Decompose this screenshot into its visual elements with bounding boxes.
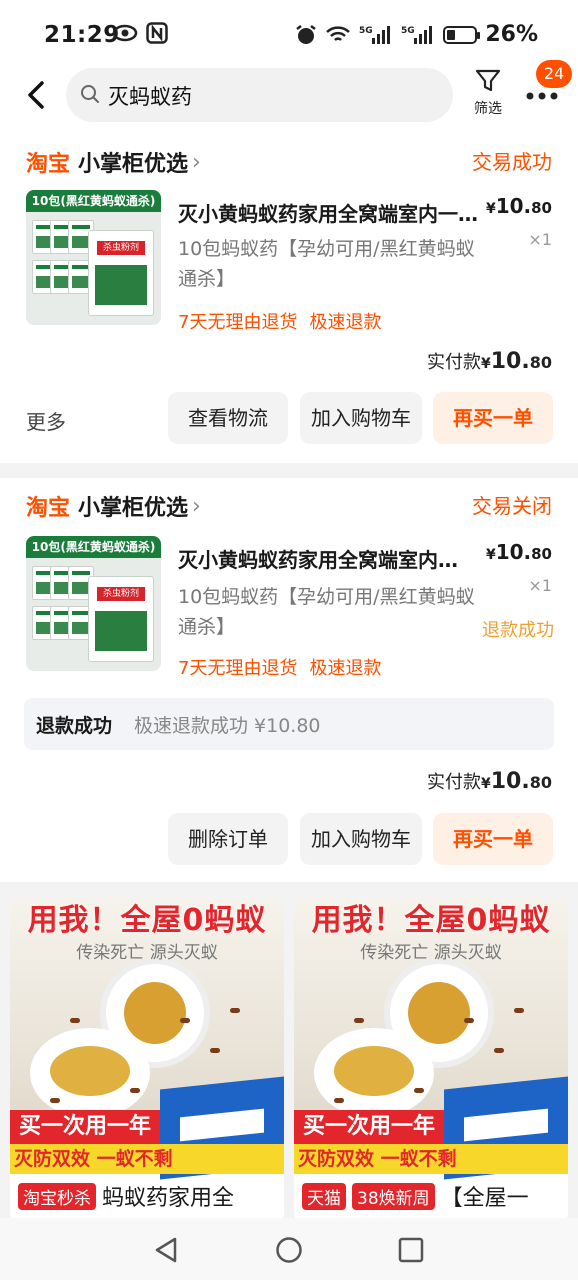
search-input[interactable]: 灭蚂蚁药 xyxy=(66,68,453,122)
order-status: 交易成功 xyxy=(472,150,552,174)
service-tag: 7天无理由退货 xyxy=(178,312,298,333)
search-query: 灭蚂蚁药 xyxy=(108,85,192,109)
product-thumbnail[interactable]: 10包(黑红黄蚂蚁通杀) 杀虫粉剂 xyxy=(26,190,161,325)
promo-strip: 买一次用一年 xyxy=(294,1110,444,1144)
message-badge: 24 xyxy=(536,60,572,88)
refund-title: 退款成功 xyxy=(36,715,113,737)
product-price: ¥10.80 xyxy=(485,194,552,218)
recommendation-title: 【全屋一 xyxy=(440,1186,529,1211)
system-nav-bar xyxy=(0,1218,578,1280)
paid-amount: 实付款¥10.80 xyxy=(427,769,552,794)
promo-pill: 淘宝秒杀 xyxy=(18,1182,96,1210)
view-logistics-button[interactable]: 查看物流 xyxy=(168,392,288,444)
filter-label: 筛选 xyxy=(474,101,502,117)
product-quantity: ×1 xyxy=(528,230,552,249)
shop-name: 小掌柜优选 xyxy=(78,152,189,177)
add-to-cart-button[interactable]: 加入购物车 xyxy=(300,813,422,865)
promo-pill: 38焕新周 xyxy=(352,1182,435,1210)
shop-brand: 淘宝 xyxy=(26,152,71,177)
alarm-icon xyxy=(296,24,317,44)
product-quantity: ×1 xyxy=(528,576,552,595)
product-image: 用我！全屋0蚂蚁 传染死亡 源头灭蚁 买一次用一年 灭防双效 一蚁不剩 xyxy=(10,898,284,1180)
signal-5g-icon-2: 5G xyxy=(401,25,433,44)
product-thumbnail[interactable]: 10包(黑红黄蚂蚁通杀) 杀虫粉剂 xyxy=(26,536,161,671)
promo-subline: 传染死亡 源头灭蚁 xyxy=(76,943,218,963)
promo-pill: 天猫 xyxy=(302,1182,346,1210)
promo-strip: 买一次用一年 xyxy=(10,1110,160,1144)
search-icon xyxy=(81,85,99,103)
service-tag: 极速退款 xyxy=(309,312,382,333)
thumb-banner: 10包(黑红黄蚂蚁通杀) xyxy=(26,190,161,212)
promo-strip: 灭防双效 一蚁不剩 xyxy=(294,1144,568,1174)
recommendation-card[interactable]: 用我！全屋0蚂蚁 传染死亡 源头灭蚁 买一次用一年 灭防双效 一蚁不剩 淘宝秒杀… xyxy=(10,898,284,1223)
filter-icon xyxy=(475,69,501,92)
nfc-icon xyxy=(146,22,168,44)
eye-icon xyxy=(112,24,138,42)
svg-text:5G: 5G xyxy=(401,26,415,36)
search-header: 灭蚂蚁药 筛选 24 xyxy=(0,60,578,134)
product-title[interactable]: 灭小黄蚂蚁药家用全窝端室内一次性杀 xyxy=(178,198,478,227)
buy-again-button[interactable]: 再买一单 xyxy=(433,392,553,444)
battery-icon xyxy=(443,25,481,44)
service-tags: 7天无理由退货 极速退款 xyxy=(178,308,381,334)
service-tag: 7天无理由退货 xyxy=(178,658,298,679)
service-tag: 极速退款 xyxy=(309,658,382,679)
status-time: 21:29 xyxy=(44,22,120,48)
recommendation-card[interactable]: 用我！全屋0蚂蚁 传染死亡 源头灭蚁 买一次用一年 灭防双效 一蚁不剩 天猫 3… xyxy=(294,898,568,1223)
svg-text:5G: 5G xyxy=(359,26,373,36)
order-card[interactable]: 淘宝 小掌柜优选 › 交易成功 10包(黑红黄蚂蚁通杀) 杀虫粉剂 灭小黄蚂蚁药… xyxy=(0,134,578,463)
product-sku: 10包蚂蚁药【孕幼可用/黑红黄蚂蚁通杀】 xyxy=(178,586,475,638)
product-price: ¥10.80 xyxy=(485,540,552,564)
buy-again-button[interactable]: 再买一单 xyxy=(433,813,553,865)
paid-amount: 实付款¥10.80 xyxy=(427,349,552,374)
filter-button[interactable]: 筛选 xyxy=(468,68,508,118)
more-actions-link[interactable]: 更多 xyxy=(26,406,66,435)
chevron-right-icon: › xyxy=(192,149,201,175)
refund-status-tag: 退款成功 xyxy=(482,620,554,641)
battery-level: 26% xyxy=(485,22,538,47)
promo-strip: 灭防双效 一蚁不剩 xyxy=(10,1144,284,1174)
nav-back-icon[interactable] xyxy=(153,1236,179,1264)
shop-link[interactable]: 淘宝 小掌柜优选 › xyxy=(26,490,201,522)
thumb-label: 杀虫粉剂 xyxy=(97,241,145,255)
product-sku: 10包蚂蚁药【孕幼可用/黑红黄蚂蚁通杀】 xyxy=(178,238,475,290)
product-title[interactable]: 灭小黄蚂蚁药家用全窝端室内一次性杀 xyxy=(178,544,458,573)
nav-recents-icon[interactable] xyxy=(398,1237,424,1263)
order-card[interactable]: 淘宝 小掌柜优选 › 交易关闭 10包(黑红黄蚂蚁通杀) 杀虫粉剂 灭小黄蚂蚁药… xyxy=(0,478,578,882)
shop-brand: 淘宝 xyxy=(26,496,71,521)
recommendation-title: 蚂蚁药家用全 xyxy=(102,1186,235,1211)
product-image: 用我！全屋0蚂蚁 传染死亡 源头灭蚁 买一次用一年 灭防双效 一蚁不剩 xyxy=(294,898,568,1180)
service-tags: 7天无理由退货 极速退款 xyxy=(178,654,381,680)
delete-order-button[interactable]: 删除订单 xyxy=(168,813,288,865)
refund-description: 极速退款成功 ¥10.80 xyxy=(134,715,321,737)
add-to-cart-button[interactable]: 加入购物车 xyxy=(300,392,422,444)
back-arrow-icon[interactable] xyxy=(22,78,52,112)
wifi-icon xyxy=(326,25,351,41)
thumb-label: 杀虫粉剂 xyxy=(97,587,145,601)
refund-info-box[interactable]: 退款成功 极速退款成功 ¥10.80 xyxy=(24,698,554,750)
shop-link[interactable]: 淘宝 小掌柜优选 › xyxy=(26,146,201,178)
nav-home-icon[interactable] xyxy=(275,1236,303,1264)
thumb-banner: 10包(黑红黄蚂蚁通杀) xyxy=(26,536,161,558)
signal-5g-icon: 5G xyxy=(359,25,391,44)
shop-name: 小掌柜优选 xyxy=(78,496,189,521)
order-status: 交易关闭 xyxy=(472,494,552,518)
chevron-right-icon: › xyxy=(192,493,201,519)
promo-subline: 传染死亡 源头灭蚁 xyxy=(360,943,502,963)
